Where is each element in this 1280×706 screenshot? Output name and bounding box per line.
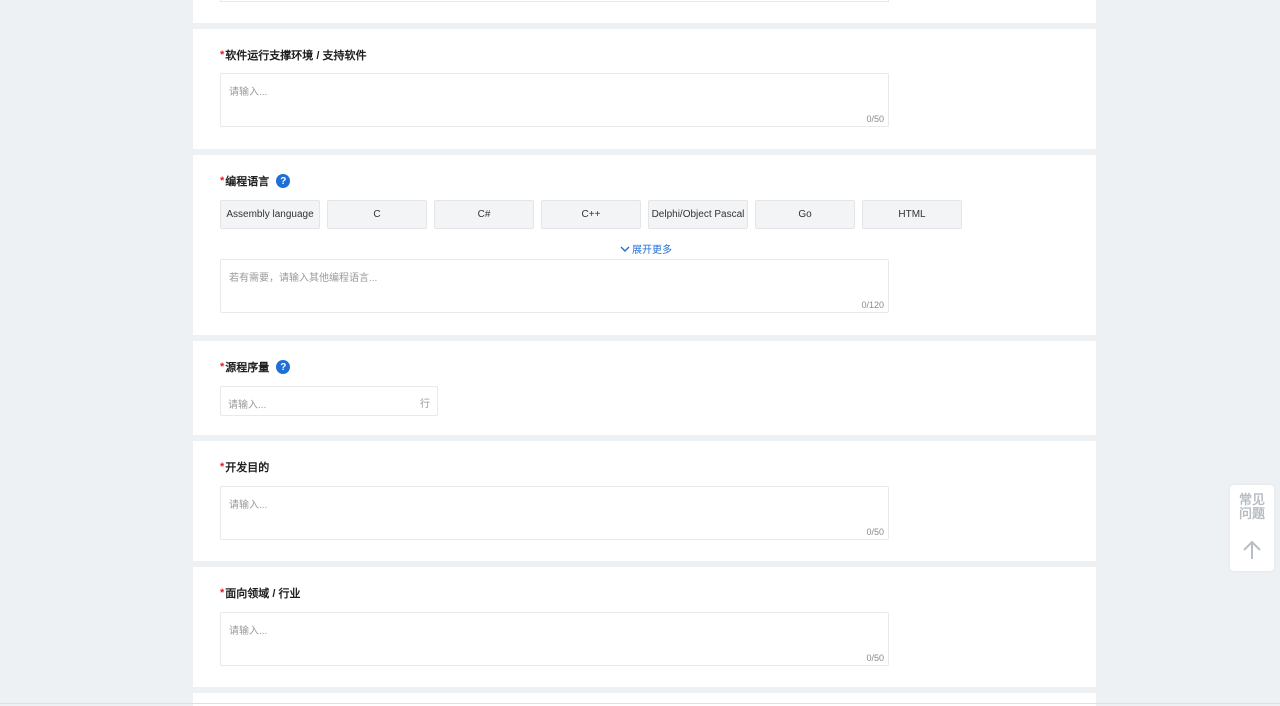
chevron-down-icon	[620, 246, 630, 252]
language-chip[interactable]: C	[327, 200, 427, 229]
faq-label-line1: 常见	[1238, 492, 1265, 507]
label-text: 源程序量	[225, 362, 270, 374]
arrow-up-icon[interactable]	[1241, 539, 1263, 561]
field-label: * 源程序量 ?	[220, 359, 291, 375]
placeholder: 请输入...	[229, 626, 268, 637]
language-chip[interactable]: Go	[755, 200, 855, 229]
language-chip-list: Assembly language C C# C++ Delphi/Object…	[220, 200, 962, 229]
field-label: * 软件运行支撑环境 / 支持软件	[220, 47, 366, 63]
language-chip[interactable]: Assembly language	[220, 200, 320, 229]
label-text: 开发目的	[225, 462, 270, 474]
dev-purpose-textarea[interactable]: 请输入... 0/50	[220, 486, 889, 540]
required-mark: *	[220, 461, 225, 473]
previous-section-card	[193, 0, 1096, 23]
language-chip[interactable]: HTML	[862, 200, 962, 229]
section-target-domain: * 面向领域 / 行业 请输入... 0/50	[193, 567, 1096, 687]
char-count: 0/50	[866, 653, 884, 663]
label-text: 面向领域 / 行业	[225, 588, 301, 600]
required-mark: *	[220, 361, 225, 373]
section-runtime-env: * 软件运行支撑环境 / 支持软件 请输入... 0/50	[193, 29, 1096, 149]
field-label: * 开发目的	[220, 459, 269, 475]
char-count: 0/50	[866, 114, 884, 124]
expand-more-label: 展开更多	[632, 245, 672, 256]
char-count: 0/50	[866, 527, 884, 537]
section-dev-purpose: * 开发目的 请输入... 0/50	[193, 441, 1096, 561]
next-section-card	[193, 693, 1096, 706]
section-source-lines: * 源程序量 ? 请输入... 行	[193, 341, 1096, 435]
floating-toolbar: 常见 问题	[1230, 485, 1274, 571]
field-label: * 面向领域 / 行业	[220, 585, 300, 601]
placeholder: 请输入...	[229, 87, 268, 98]
required-mark: *	[220, 587, 225, 599]
other-language-textarea[interactable]: 若有需要，请输入其他编程语言... 0/120	[220, 259, 889, 313]
unit-suffix: 行	[420, 399, 430, 410]
required-mark: *	[220, 175, 225, 187]
faq-label-line2: 问题	[1238, 506, 1265, 521]
placeholder: 请输入...	[228, 400, 267, 411]
language-chip[interactable]: Delphi/Object Pascal	[648, 200, 748, 229]
placeholder: 请输入...	[229, 500, 268, 511]
required-mark: *	[220, 49, 225, 61]
char-count: 0/120	[861, 300, 884, 310]
language-chip[interactable]: C++	[541, 200, 641, 229]
previous-textarea-edge	[220, 0, 889, 2]
label-text: 软件运行支撑环境 / 支持软件	[225, 50, 367, 62]
bottom-divider	[0, 703, 1280, 704]
help-icon[interactable]: ?	[276, 174, 291, 188]
section-programming-language: * 编程语言 ? Assembly language C C# C++ Delp…	[193, 155, 1096, 335]
language-chip[interactable]: C#	[434, 200, 534, 229]
expand-more-button[interactable]: 展开更多	[619, 241, 672, 256]
placeholder: 若有需要，请输入其他编程语言...	[229, 273, 378, 284]
target-domain-textarea[interactable]: 请输入... 0/50	[220, 612, 889, 666]
help-icon[interactable]: ?	[276, 360, 291, 374]
field-label: * 编程语言 ?	[220, 173, 291, 189]
faq-button[interactable]: 常见 问题	[1230, 493, 1274, 521]
page: * 软件运行支撑环境 / 支持软件 请输入... 0/50 * 编程语言 ? A…	[0, 0, 1280, 706]
label-text: 编程语言	[225, 176, 270, 188]
runtime-env-textarea[interactable]: 请输入... 0/50	[220, 73, 889, 127]
source-lines-input[interactable]: 请输入... 行	[220, 386, 438, 416]
